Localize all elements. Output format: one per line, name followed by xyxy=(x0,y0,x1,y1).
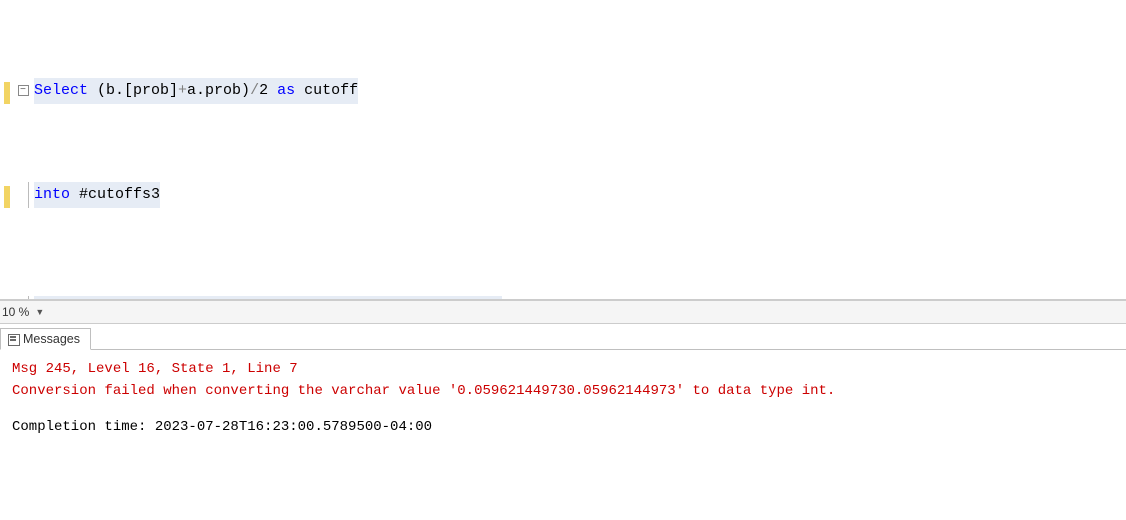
messages-icon xyxy=(7,333,19,345)
zoom-bar: 10 % ▼ xyxy=(0,300,1126,324)
tab-label: Messages xyxy=(23,332,80,346)
change-marker xyxy=(4,186,10,208)
completion-time: Completion time: 2023-07-28T16:23:00.578… xyxy=(12,416,1114,438)
zoom-value: 10 % xyxy=(2,305,29,319)
code-area[interactable]: − Select (b.[prob]+a.prob)/2 as cutoff i… xyxy=(0,0,1126,300)
zoom-dropdown[interactable]: 10 % ▼ xyxy=(2,305,44,319)
change-marker xyxy=(4,82,10,104)
results-tabs: Messages xyxy=(0,324,1126,350)
fold-icon[interactable]: − xyxy=(18,85,29,96)
chevron-down-icon: ▼ xyxy=(35,307,44,317)
messages-pane[interactable]: Msg 245, Level 16, State 1, Line 7 Conve… xyxy=(0,350,1126,520)
error-line-2: Conversion failed when converting the va… xyxy=(12,380,1114,402)
error-line-1: Msg 245, Level 16, State 1, Line 7 xyxy=(12,358,1114,380)
sql-editor-pane[interactable]: − Select (b.[prob]+a.prob)/2 as cutoff i… xyxy=(0,0,1126,300)
tab-messages[interactable]: Messages xyxy=(0,328,91,350)
